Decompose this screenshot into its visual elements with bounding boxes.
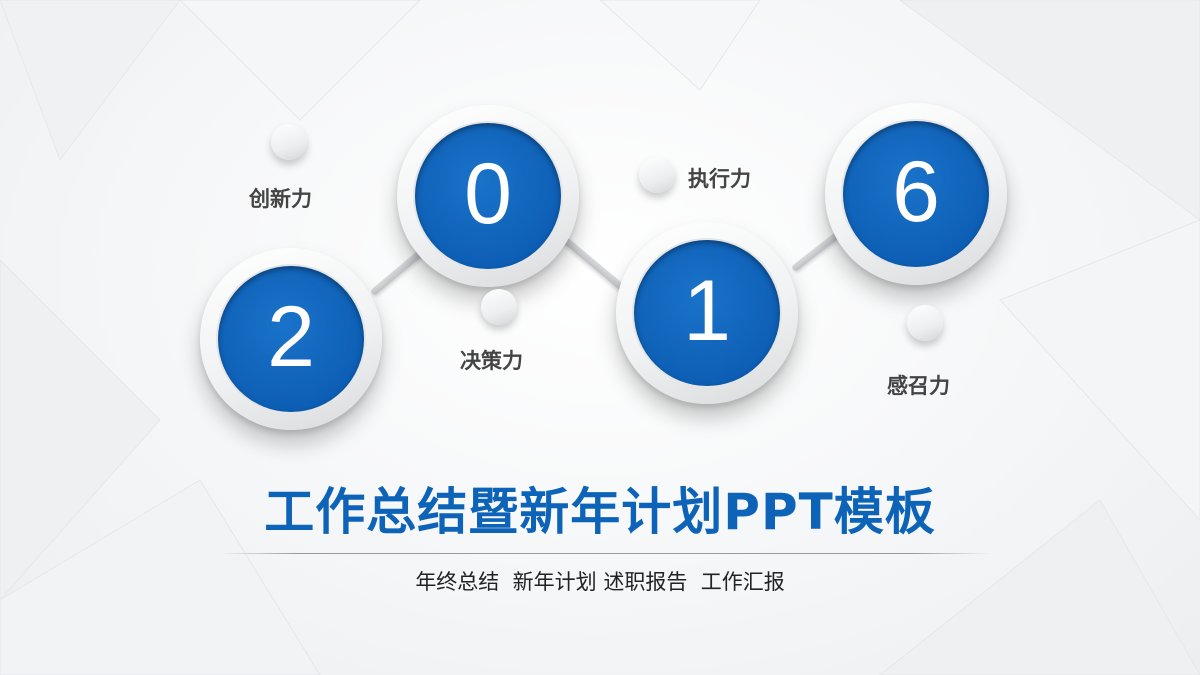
keyword-decision: 决策力 — [460, 349, 523, 373]
title-divider — [220, 553, 990, 554]
year-digit-circle-6: 6 — [825, 103, 1007, 285]
digit-label: 0 — [464, 146, 512, 242]
year-digit-circle-1: 1 — [616, 222, 798, 404]
bullet-dot — [639, 157, 675, 193]
digit-label: 1 — [683, 263, 731, 359]
keyword-innovation: 创新力 — [249, 187, 312, 211]
digit-disc: 1 — [634, 240, 780, 386]
bullet-dot — [907, 305, 943, 341]
digit-disc: 2 — [218, 266, 364, 412]
keyword-execution: 执行力 — [688, 167, 751, 191]
keyword-leadership: 感召力 — [887, 374, 950, 398]
slide-title: 工作总结暨新年计划PPT模板 — [264, 483, 936, 541]
digit-label: 6 — [892, 144, 940, 240]
year-digit-circle-0: 0 — [397, 105, 579, 287]
slide-subtitle: 年终总结 新年计划 述职报告 工作汇报 — [415, 570, 785, 594]
digit-disc: 0 — [415, 123, 561, 269]
year-digit-circle-2: 2 — [200, 248, 382, 430]
bullet-dot — [481, 289, 517, 325]
digit-label: 2 — [267, 289, 315, 385]
bullet-dot — [271, 124, 307, 160]
digit-disc: 6 — [843, 121, 989, 267]
